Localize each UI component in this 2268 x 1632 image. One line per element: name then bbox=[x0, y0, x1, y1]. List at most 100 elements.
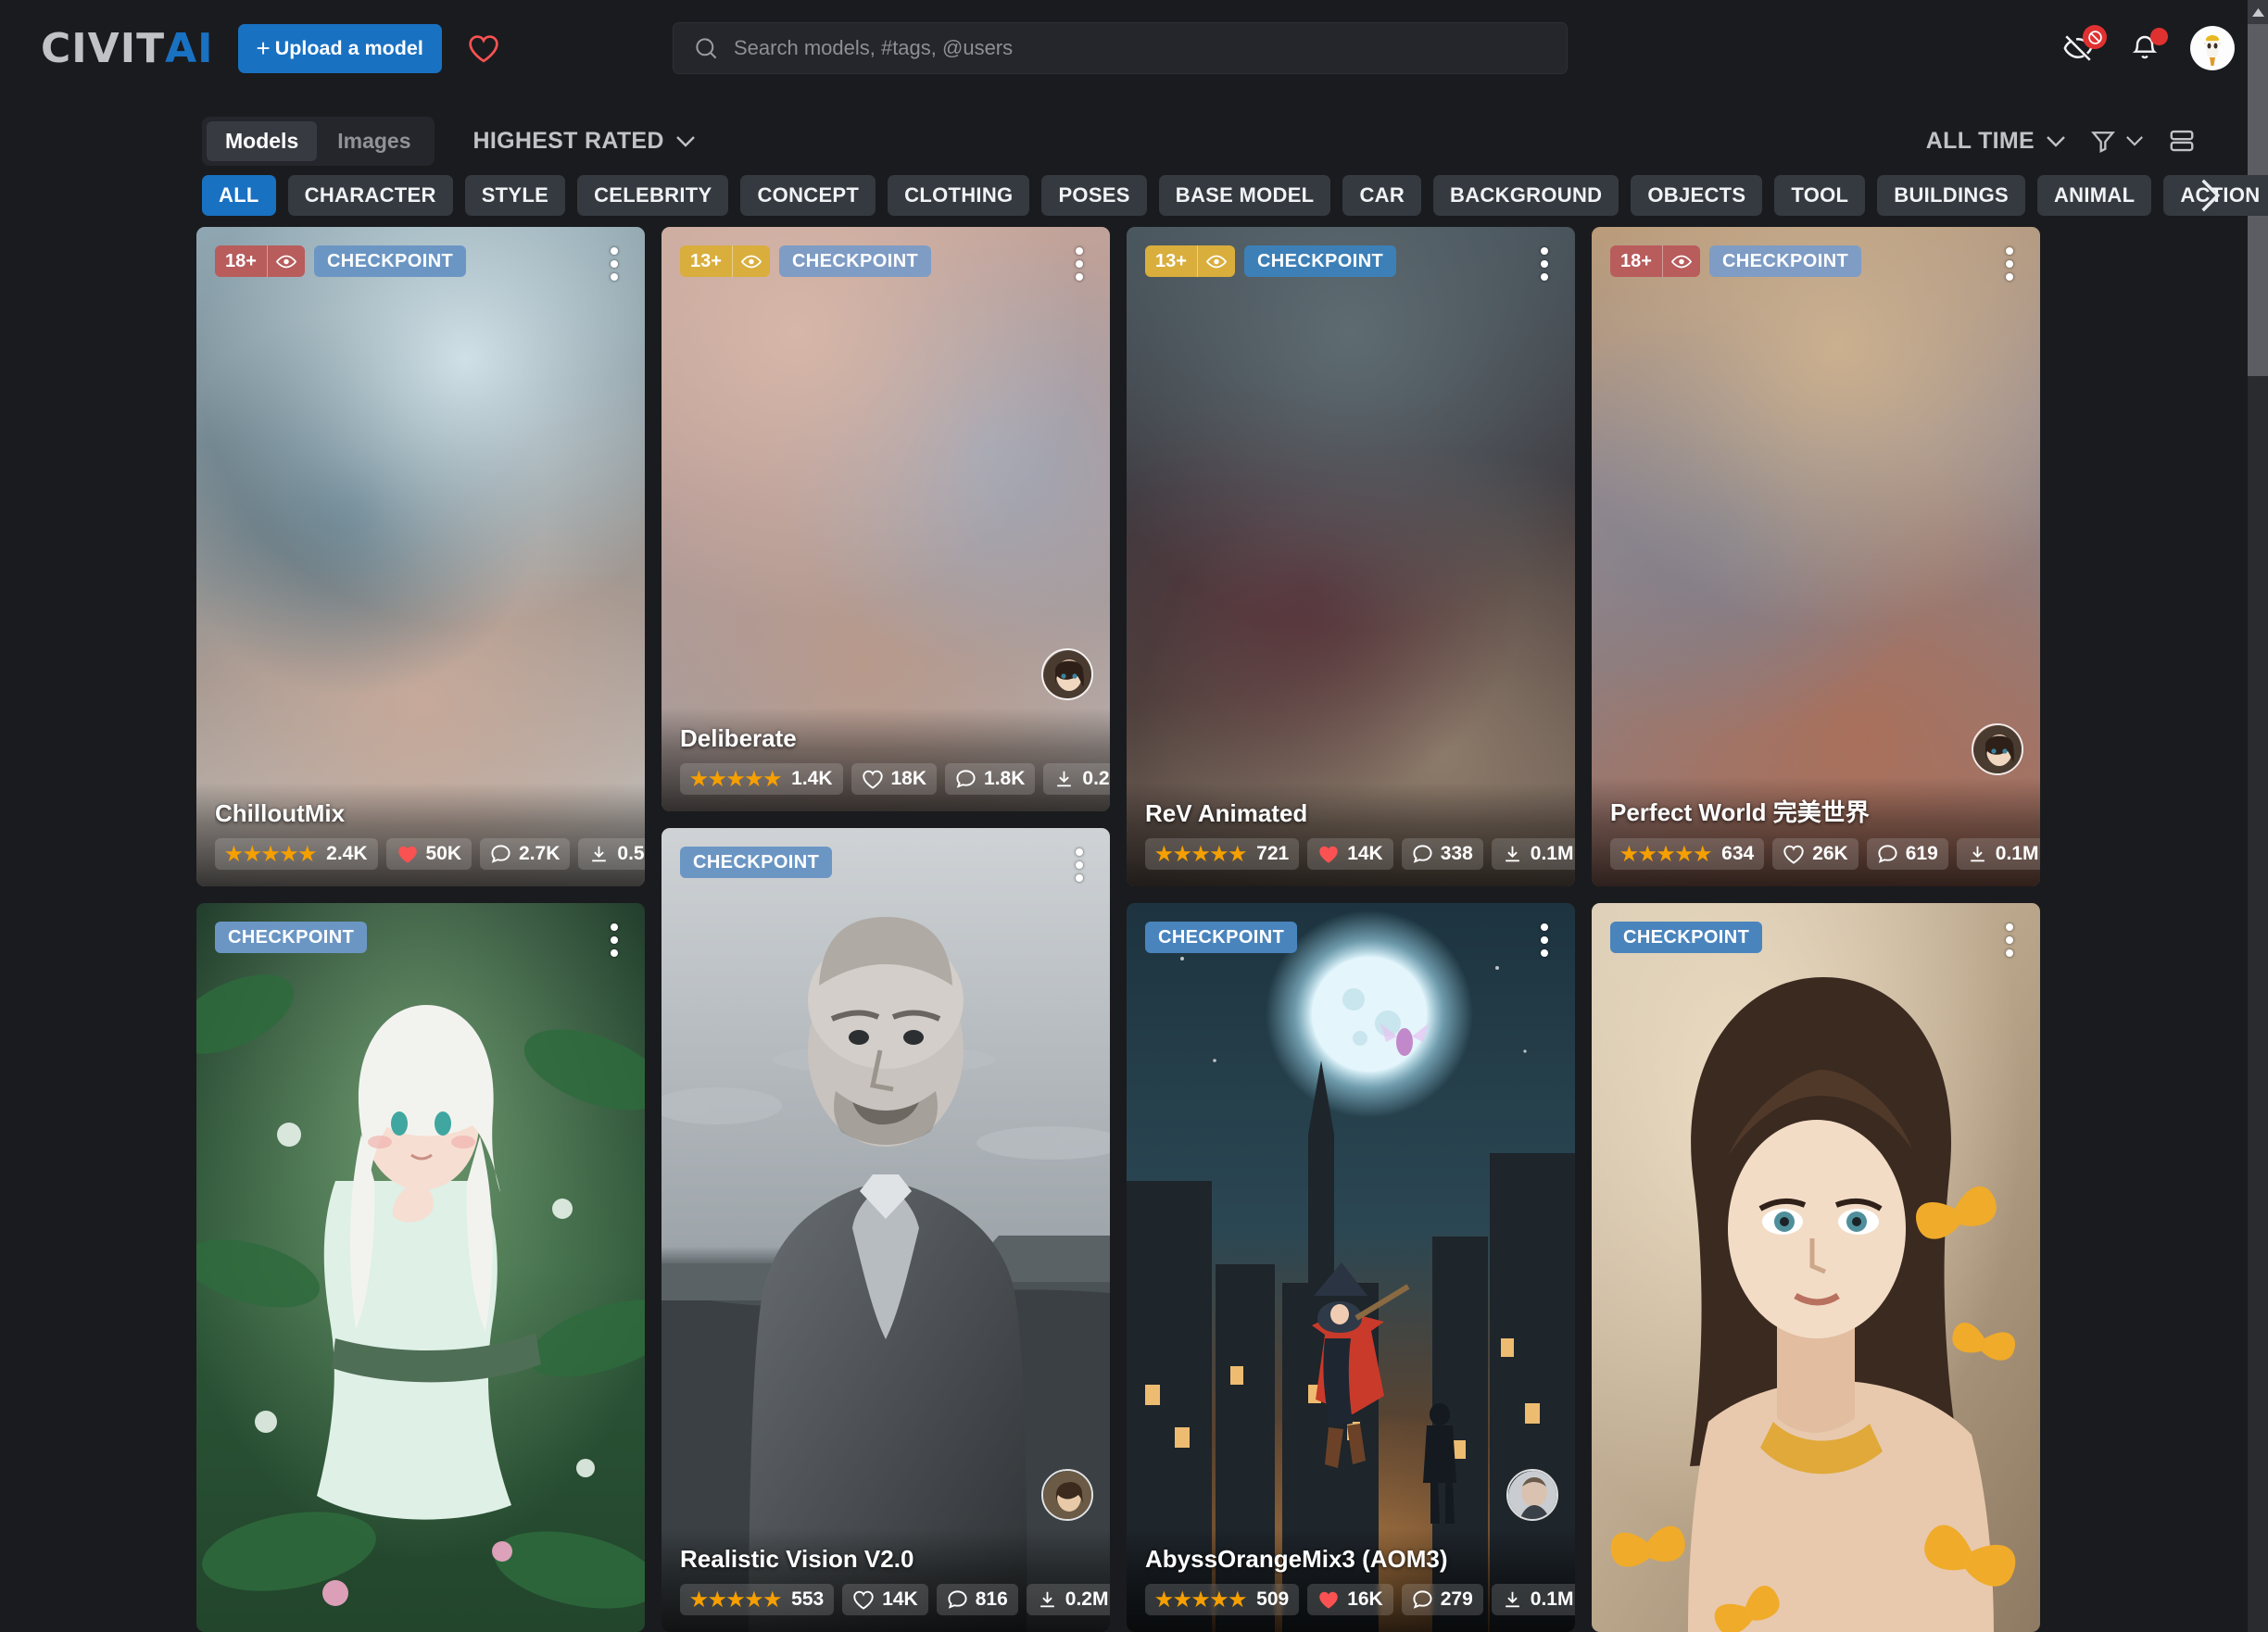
likes-count: 14K bbox=[1347, 843, 1383, 864]
upload-model-label: Upload a model bbox=[274, 36, 423, 59]
favorites-heart-icon[interactable] bbox=[464, 29, 503, 68]
filter-dropdown[interactable] bbox=[2090, 128, 2144, 154]
layout-toggle-button[interactable] bbox=[2168, 127, 2196, 155]
card-options-menu-icon[interactable] bbox=[598, 244, 630, 284]
hide-nsfw-toggle[interactable] bbox=[2057, 25, 2107, 69]
rating-stat: ★ ★ ★ ★ ★ 1.4K bbox=[680, 763, 843, 795]
model-card[interactable]: 18+ CHECKPOINT ChilloutMix ★ ★ ★ ★ ★ 2.4… bbox=[196, 227, 645, 886]
age-rating-badge[interactable]: 18+ bbox=[1610, 245, 1700, 277]
page-scrollbar[interactable] bbox=[2248, 0, 2268, 1632]
model-type-badge: CHECKPOINT bbox=[1610, 922, 1763, 953]
eye-icon[interactable] bbox=[1196, 245, 1235, 277]
category-chip-celebrity[interactable]: CELEBRITY bbox=[577, 175, 729, 216]
rating-stat: ★ ★ ★ ★ ★ 2.4K bbox=[215, 838, 378, 870]
model-type-label: CHECKPOINT bbox=[693, 851, 820, 872]
eye-icon[interactable] bbox=[1661, 245, 1700, 277]
creator-avatar[interactable] bbox=[1506, 1469, 1558, 1521]
scroll-up-arrow[interactable] bbox=[2248, 0, 2268, 24]
logo-ai-text: AI bbox=[165, 24, 214, 72]
likes-count: 18K bbox=[890, 768, 927, 789]
model-card[interactable]: 18+ CHECKPOINT Perfect World 完美世界 ★ ★ ★ … bbox=[1592, 227, 2040, 886]
period-dropdown[interactable]: ALL TIME bbox=[1926, 128, 2066, 155]
card-options-menu-icon[interactable] bbox=[598, 920, 630, 960]
age-rating-badge[interactable]: 13+ bbox=[1145, 245, 1235, 277]
user-avatar-image bbox=[2191, 27, 2234, 69]
eye-icon[interactable] bbox=[266, 245, 305, 277]
grid-column-3: 13+ CHECKPOINT ReV Animated ★ ★ ★ ★ ★ 72… bbox=[1127, 227, 1575, 1632]
card-options-menu-icon[interactable] bbox=[1994, 244, 2025, 284]
comments-stat: 619 bbox=[1866, 838, 1948, 870]
upload-model-button[interactable]: + Upload a model bbox=[237, 23, 442, 73]
age-rating-badge[interactable]: 18+ bbox=[215, 245, 305, 277]
category-chip-animal[interactable]: ANIMAL bbox=[2036, 175, 2152, 216]
grid-column-2: 13+ CHECKPOINT Deliberate ★ ★ ★ ★ ★ 1.4K… bbox=[662, 227, 1110, 1632]
comments-count: 816 bbox=[975, 1588, 1008, 1610]
app-header: CIVIT AI + Upload a model bbox=[0, 0, 2268, 96]
tab-images[interactable]: Images bbox=[319, 121, 429, 161]
model-type-badge: CHECKPOINT bbox=[313, 245, 467, 277]
model-card[interactable]: CHECKPOINT bbox=[1592, 903, 2040, 1632]
category-chip-poses[interactable]: POSES bbox=[1041, 175, 1147, 216]
downloads-count: 0.1M bbox=[1530, 843, 1574, 864]
age-rating-badge[interactable]: 13+ bbox=[680, 245, 770, 277]
card-options-menu-icon[interactable] bbox=[1994, 920, 2025, 960]
model-type-badge: CHECKPOINT bbox=[1145, 922, 1298, 953]
likes-stat: 14K bbox=[1307, 838, 1393, 870]
chevron-down-icon bbox=[675, 135, 695, 147]
avatar[interactable] bbox=[2190, 26, 2235, 70]
creator-avatar[interactable] bbox=[1041, 648, 1093, 700]
model-type-badge: CHECKPOINT bbox=[680, 847, 833, 878]
civitai-logo[interactable]: CIVIT AI bbox=[41, 25, 214, 72]
creator-avatar[interactable] bbox=[1972, 723, 2023, 775]
search-icon bbox=[696, 37, 717, 58]
card-options-menu-icon[interactable] bbox=[1064, 845, 1095, 885]
download-icon bbox=[1970, 846, 1984, 862]
rating-stat: ★ ★ ★ ★ ★ 721 bbox=[1145, 838, 1300, 870]
model-stats: ★ ★ ★ ★ ★ 553 14K 816 0.2M bbox=[680, 1584, 1110, 1615]
model-card[interactable]: CHECKPOINT Realistic Vision V2.0 ★ ★ ★ ★ ★ 5… bbox=[662, 828, 1110, 1632]
category-chip-concept[interactable]: CONCEPT bbox=[740, 175, 876, 216]
likes-count: 26K bbox=[1812, 843, 1848, 864]
category-chip-style[interactable]: STYLE bbox=[464, 175, 566, 216]
heart-filled-icon bbox=[1319, 846, 1338, 863]
model-card[interactable]: 13+ CHECKPOINT Deliberate ★ ★ ★ ★ ★ 1.4K… bbox=[662, 227, 1110, 811]
card-badges: CHECKPOINT bbox=[1610, 922, 1763, 953]
search-input[interactable] bbox=[734, 36, 1546, 60]
model-type-label: CHECKPOINT bbox=[228, 926, 355, 948]
category-chip-clothing[interactable]: CLOTHING bbox=[888, 175, 1030, 216]
category-chip-character[interactable]: CHARACTER bbox=[287, 175, 453, 216]
model-thumbnail bbox=[1592, 903, 2040, 1632]
card-options-menu-icon[interactable] bbox=[1529, 920, 1560, 960]
model-thumbnail bbox=[662, 828, 1110, 1632]
card-options-menu-icon[interactable] bbox=[1529, 244, 1560, 284]
eye-icon[interactable] bbox=[731, 245, 770, 277]
card-badges: CHECKPOINT bbox=[215, 922, 368, 953]
category-chip-car[interactable]: CAR bbox=[1342, 175, 1422, 216]
category-chip-all[interactable]: ALL bbox=[202, 175, 276, 216]
card-badges: 18+ CHECKPOINT bbox=[1610, 245, 1862, 277]
comment-bubble-icon bbox=[948, 1590, 967, 1609]
model-type-badge: CHECKPOINT bbox=[1708, 245, 1862, 277]
model-card[interactable]: CHECKPOINT AbyssOrangeMix3 (AOM3) ★ ★ ★ ★ ★ … bbox=[1127, 903, 1575, 1632]
downloads-stat: 0.1M bbox=[1956, 838, 2040, 870]
tab-models[interactable]: Models bbox=[207, 120, 318, 161]
card-options-menu-icon[interactable] bbox=[1064, 244, 1095, 284]
card-badges: 13+ CHECKPOINT bbox=[1145, 245, 1397, 277]
sort-dropdown[interactable]: HIGHEST RATED bbox=[473, 128, 696, 155]
rating-count: 721 bbox=[1256, 843, 1290, 864]
download-icon bbox=[1040, 1591, 1054, 1608]
category-chip-tool[interactable]: TOOL bbox=[1774, 175, 1866, 216]
model-card[interactable]: CHECKPOINT bbox=[196, 903, 645, 1632]
notifications-button[interactable] bbox=[2123, 27, 2168, 69]
model-card[interactable]: 13+ CHECKPOINT ReV Animated ★ ★ ★ ★ ★ 72… bbox=[1127, 227, 1575, 886]
category-chip-base-model[interactable]: BASE MODEL bbox=[1158, 175, 1331, 216]
category-chip-buildings[interactable]: BUILDINGS bbox=[1877, 175, 2025, 216]
search-bar[interactable] bbox=[673, 22, 1568, 74]
rating-stat: ★ ★ ★ ★ ★ 553 bbox=[680, 1584, 835, 1615]
creator-avatar[interactable] bbox=[1041, 1469, 1093, 1521]
chevron-down-icon bbox=[2047, 135, 2065, 147]
category-chip-background[interactable]: BACKGROUND bbox=[1433, 175, 1619, 216]
chevron-right-icon[interactable] bbox=[2198, 171, 2222, 220]
star-rating-icons: ★ ★ ★ ★ ★ bbox=[1155, 843, 1247, 865]
category-chip-objects[interactable]: OBJECTS bbox=[1631, 175, 1763, 216]
